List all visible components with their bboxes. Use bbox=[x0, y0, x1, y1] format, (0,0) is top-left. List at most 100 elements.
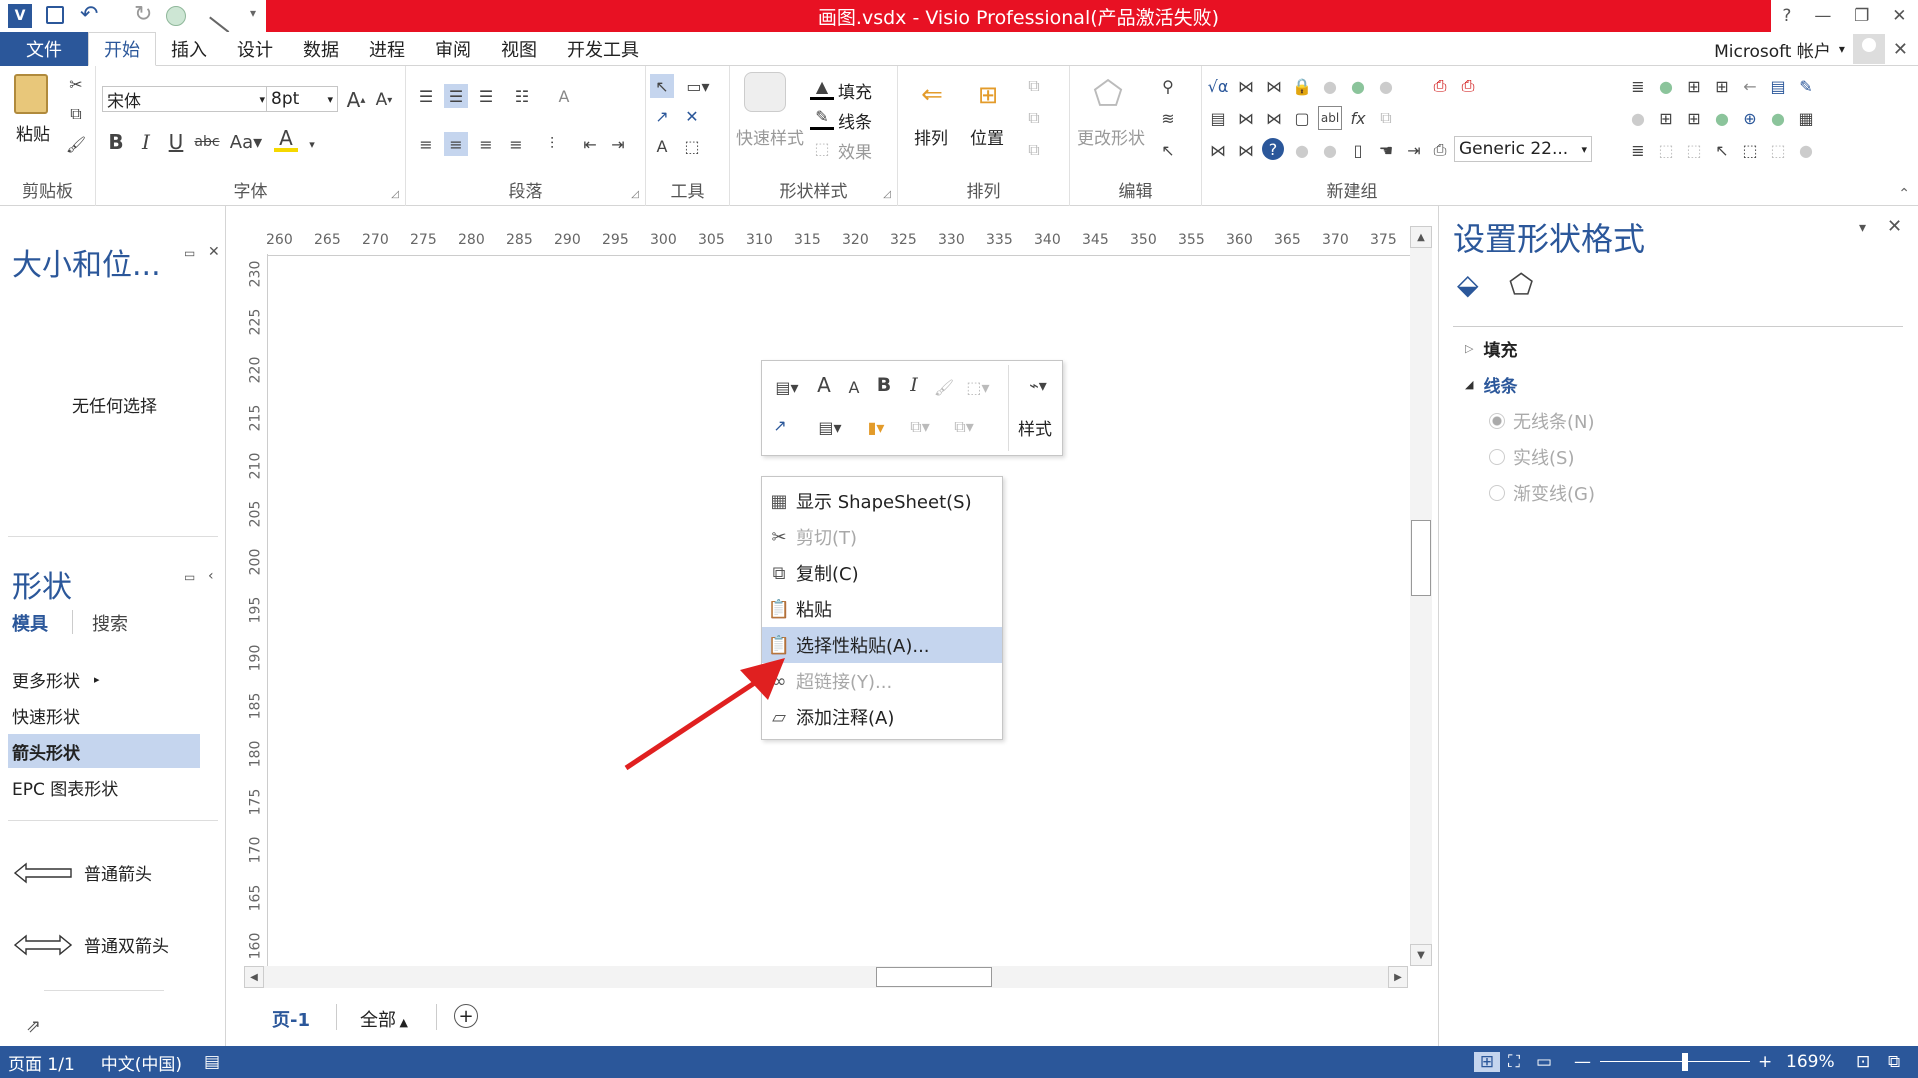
pin-icon[interactable]: ▭ bbox=[184, 246, 195, 260]
switch-windows-icon[interactable]: ⧉ bbox=[1888, 1052, 1900, 1072]
fill-section[interactable]: ▷ 填充 bbox=[1465, 336, 1517, 361]
effects-label[interactable]: 效果 bbox=[838, 138, 872, 163]
connector-a-icon[interactable]: ⋈ bbox=[1234, 74, 1258, 98]
font-size-select[interactable]: 8pt ▾ bbox=[266, 86, 338, 112]
add-page-icon[interactable]: + bbox=[454, 1004, 478, 1028]
format-painter-icon[interactable]: 🖌 bbox=[64, 132, 88, 156]
line-label[interactable]: 线条 bbox=[838, 108, 872, 133]
stencil-item-arrow-shapes[interactable]: 箭头形状 bbox=[8, 734, 200, 768]
change-case-icon[interactable]: Aa▾ bbox=[226, 130, 266, 154]
help-button[interactable]: ? bbox=[1782, 6, 1791, 26]
pointer-hand-icon[interactable]: ☚ bbox=[1374, 138, 1398, 162]
circle-green-icon[interactable]: ● bbox=[1710, 106, 1734, 130]
zoom-slider-thumb[interactable] bbox=[1682, 1053, 1688, 1071]
zoom-in-icon[interactable]: + bbox=[1758, 1052, 1772, 1072]
font-family-select[interactable]: 宋体 ▾ bbox=[102, 86, 270, 112]
copy-icon[interactable]: ⧉ bbox=[64, 102, 88, 126]
font-color-icon[interactable]: A bbox=[274, 126, 298, 152]
fill-color-icon[interactable]: ▮▾ bbox=[858, 415, 894, 439]
edit-icon[interactable]: ✎ bbox=[1794, 74, 1818, 98]
quick-styles-icon[interactable] bbox=[744, 72, 786, 112]
minimize-button[interactable]: — bbox=[1814, 6, 1831, 26]
master-simple-arrow[interactable]: 普通箭头 bbox=[14, 860, 152, 885]
collapse-ribbon-icon[interactable]: ⌃ bbox=[1898, 186, 1910, 202]
presentation-icon[interactable]: ⛶ bbox=[1508, 1052, 1520, 1072]
zoom-out-icon[interactable]: — bbox=[1574, 1052, 1591, 1072]
position-label[interactable]: 位置 bbox=[964, 124, 1010, 149]
account-label[interactable]: Microsoft 帐户 bbox=[1714, 37, 1831, 62]
change-shape-label[interactable]: 更改形状 bbox=[1070, 124, 1152, 149]
fx-icon[interactable]: fx bbox=[1346, 106, 1370, 130]
master-double-arrow[interactable]: 普通双箭头 bbox=[14, 932, 169, 957]
shapes-icon[interactable]: ⧉ bbox=[1374, 106, 1398, 130]
style-label[interactable]: 样式 bbox=[1018, 415, 1052, 440]
list-icon[interactable]: ≣ bbox=[1626, 138, 1650, 162]
scroll-thumb[interactable] bbox=[1411, 520, 1431, 596]
scroll-right-icon[interactable]: ▶ bbox=[1388, 966, 1408, 988]
redo-icon[interactable]: ↻ bbox=[134, 2, 152, 27]
underline-icon[interactable]: U bbox=[164, 130, 188, 154]
shape-icon[interactable]: ⬚ bbox=[1654, 138, 1678, 162]
tab-review[interactable]: 审阅 bbox=[420, 32, 486, 66]
change-shape-icon[interactable]: ⬠ bbox=[1088, 74, 1128, 114]
help-icon[interactable]: ? bbox=[1262, 138, 1284, 160]
horizontal-scrollbar[interactable]: ◀ ▶ bbox=[244, 966, 1408, 988]
tab-data[interactable]: 数据 bbox=[288, 32, 354, 66]
circle-green-icon[interactable]: ● bbox=[1766, 106, 1790, 130]
shrink-font-icon[interactable]: A bbox=[842, 375, 866, 399]
table-icon[interactable]: ▤ bbox=[1206, 106, 1230, 130]
scroll-left-icon[interactable]: ◀ bbox=[244, 966, 264, 988]
decrease-indent-icon[interactable]: ⇤ bbox=[578, 132, 602, 156]
zoom-level[interactable]: 169% bbox=[1786, 1052, 1835, 1072]
line-icon[interactable]: ✎ bbox=[810, 106, 834, 130]
bring-front-icon[interactable]: ⧉ bbox=[1022, 138, 1046, 162]
connector-d-icon[interactable]: ⋈ bbox=[1262, 106, 1286, 130]
circle-gray-icon[interactable]: ● bbox=[1626, 106, 1650, 130]
text-direction-icon[interactable]: A bbox=[552, 84, 576, 108]
find-icon[interactable]: ⚲ bbox=[1156, 74, 1180, 98]
radio-gradient-line[interactable]: 渐变线(G) bbox=[1489, 480, 1595, 506]
close-account-icon[interactable]: ✕ bbox=[1893, 39, 1908, 60]
tab-stencils[interactable]: 模具 bbox=[12, 610, 48, 636]
panel-options-icon[interactable]: ▾ bbox=[1859, 220, 1866, 236]
org-icon[interactable]: ⊞ bbox=[1654, 106, 1678, 130]
pointer-plus-icon[interactable]: ↖ bbox=[1710, 138, 1734, 162]
dialog-launcher-icon[interactable]: ◿ bbox=[391, 189, 399, 200]
macro-icon[interactable]: ▤ bbox=[204, 1052, 220, 1072]
position-icon[interactable]: ⊞ bbox=[968, 72, 1008, 118]
line-section[interactable]: ◢ 线条 bbox=[1465, 372, 1517, 397]
menu-item-paste[interactable]: 📋 粘贴 bbox=[762, 591, 1002, 627]
document-icon[interactable]: ▯ bbox=[1346, 138, 1370, 162]
radio-no-line[interactable]: 无线条(N) bbox=[1489, 408, 1595, 434]
menu-item-cut[interactable]: ✂ 剪切(T) bbox=[762, 519, 1002, 555]
fit-page-icon[interactable]: ▭ bbox=[1536, 1052, 1552, 1072]
paste-button-label[interactable]: 粘贴 bbox=[10, 120, 56, 145]
org-icon[interactable]: ⊞ bbox=[1682, 74, 1706, 98]
grow-font-icon[interactable]: A ▴ bbox=[344, 88, 368, 112]
cut-icon[interactable]: ✂ bbox=[64, 72, 88, 96]
vertical-text-icon[interactable]: ⫶ bbox=[540, 132, 564, 156]
increase-indent-icon[interactable]: ⇥ bbox=[606, 132, 630, 156]
align-left-icon[interactable]: ≡ bbox=[414, 132, 438, 156]
paste-icon[interactable] bbox=[14, 74, 48, 114]
connection-point-icon[interactable]: ✕ bbox=[680, 104, 704, 128]
tab-view[interactable]: 视图 bbox=[486, 32, 552, 66]
tab-insert[interactable]: 插入 bbox=[156, 32, 222, 66]
dialog-launcher-icon[interactable]: ◿ bbox=[631, 189, 639, 200]
back-arrow-icon[interactable]: ← bbox=[1738, 74, 1762, 98]
undo-icon[interactable]: ↶ bbox=[80, 2, 98, 27]
shrink-font-icon[interactable]: A ▾ bbox=[372, 88, 396, 112]
scroll-up-icon[interactable]: ▲ bbox=[1410, 226, 1432, 248]
text-block-icon[interactable]: ▤▾ bbox=[768, 375, 806, 399]
circle-gray-icon[interactable]: ● bbox=[1374, 74, 1398, 98]
select-icon[interactable]: ↖ bbox=[1156, 138, 1180, 162]
strikethrough-icon[interactable]: abc bbox=[192, 130, 222, 154]
vertical-scrollbar[interactable]: ▲ ▼ bbox=[1410, 226, 1432, 966]
dialog-launcher-icon[interactable]: ◿ bbox=[883, 189, 891, 200]
full-screen-icon[interactable]: ⊞ bbox=[1474, 1052, 1500, 1072]
connector-e-icon[interactable]: ⋈ bbox=[1206, 138, 1230, 162]
group-icon[interactable]: ⧉ bbox=[1022, 74, 1046, 98]
circle-gray-icon[interactable]: ● bbox=[1794, 138, 1818, 162]
save-icon[interactable] bbox=[46, 6, 64, 24]
text-tool-icon[interactable]: A bbox=[650, 134, 674, 158]
